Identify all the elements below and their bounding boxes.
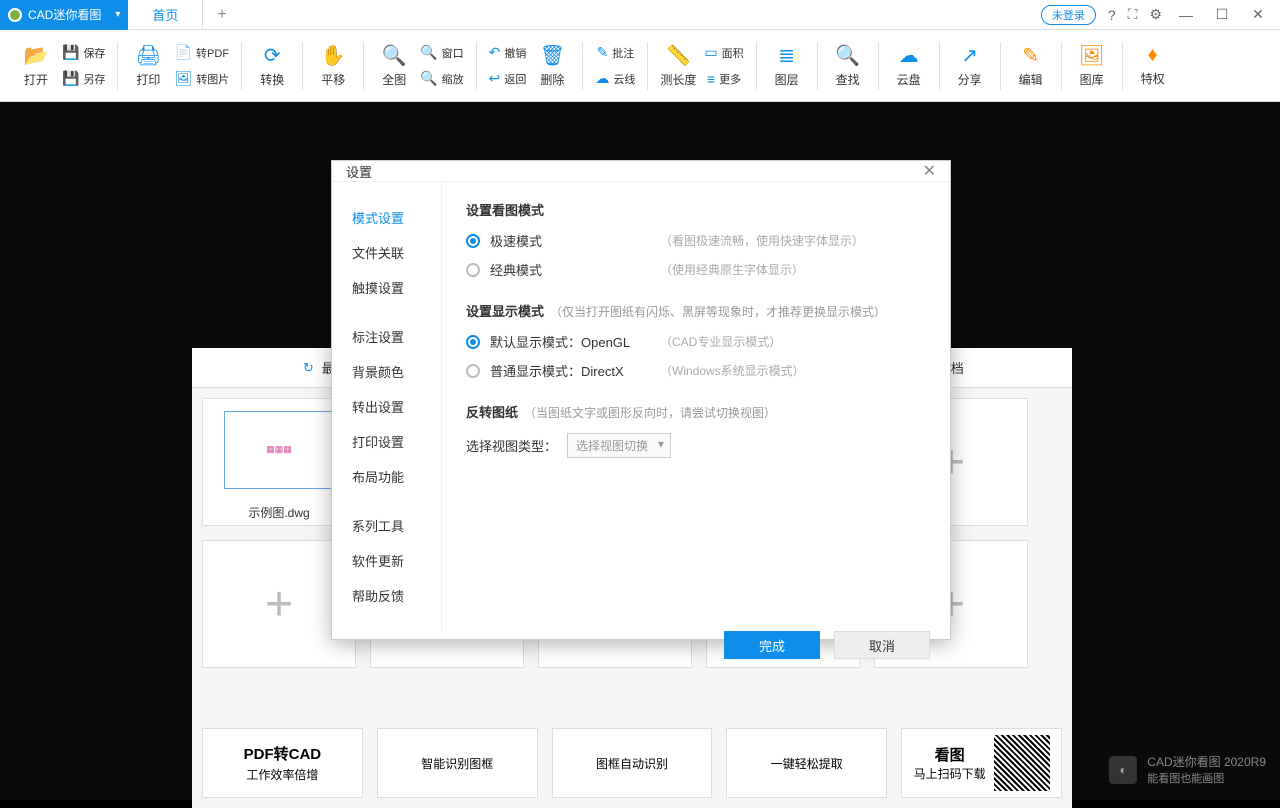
radio-on-icon [466, 335, 480, 349]
nav-touch[interactable]: 触摸设置 [332, 270, 441, 305]
radio-off-icon [466, 364, 480, 378]
nav-export[interactable]: 转出设置 [332, 389, 441, 424]
radio-opengl[interactable]: 默认显示模式：OpenGL （CAD专业显示模式） [466, 332, 926, 351]
radio-on-icon [466, 234, 480, 248]
nav-mode[interactable]: 模式设置 [332, 200, 441, 235]
section-display-mode-title: 设置显示模式（仅当打开图纸有闪烁、黑屏等现象时，才推荐更换显示模式） [466, 301, 926, 320]
nav-layout[interactable]: 布局功能 [332, 459, 441, 494]
dialog-close-button[interactable]: ✕ [923, 161, 936, 181]
nav-file-assoc[interactable]: 文件关联 [332, 235, 441, 270]
dialog-footer: 完成 取消 [332, 631, 950, 659]
dialog-titlebar: 设置 ✕ [332, 161, 950, 182]
cancel-button[interactable]: 取消 [834, 631, 930, 659]
nav-annotation[interactable]: 标注设置 [332, 319, 441, 354]
radio-off-icon [466, 263, 480, 277]
dialog-content: 设置看图模式 极速模式 （看图极速流畅，使用快速字体显示） 经典模式 （使用经典… [442, 182, 950, 631]
dialog-title: 设置 [346, 162, 372, 181]
ok-button[interactable]: 完成 [724, 631, 820, 659]
settings-dialog: 设置 ✕ 模式设置 文件关联 触摸设置 标注设置 背景颜色 转出设置 打印设置 … [331, 160, 951, 640]
view-type-label: 选择视图类型： [466, 436, 557, 455]
nav-tools[interactable]: 系列工具 [332, 508, 441, 543]
section-view-mode-title: 设置看图模式 [466, 200, 926, 219]
dialog-overlay: 设置 ✕ 模式设置 文件关联 触摸设置 标注设置 背景颜色 转出设置 打印设置 … [0, 0, 1280, 800]
nav-background[interactable]: 背景颜色 [332, 354, 441, 389]
nav-help[interactable]: 帮助反馈 [332, 578, 441, 613]
nav-update[interactable]: 软件更新 [332, 543, 441, 578]
radio-fast-mode[interactable]: 极速模式 （看图极速流畅，使用快速字体显示） [466, 231, 926, 250]
dialog-nav: 模式设置 文件关联 触摸设置 标注设置 背景颜色 转出设置 打印设置 布局功能 … [332, 182, 442, 631]
view-type-select[interactable]: 选择视图切换 [567, 433, 671, 458]
section-flip-title: 反转图纸（当图纸文字或图形反向时，请尝试切换视图） [466, 402, 926, 421]
radio-classic-mode[interactable]: 经典模式 （使用经典原生字体显示） [466, 260, 926, 279]
nav-print[interactable]: 打印设置 [332, 424, 441, 459]
radio-directx[interactable]: 普通显示模式：DirectX （Windows系统显示模式） [466, 361, 926, 380]
